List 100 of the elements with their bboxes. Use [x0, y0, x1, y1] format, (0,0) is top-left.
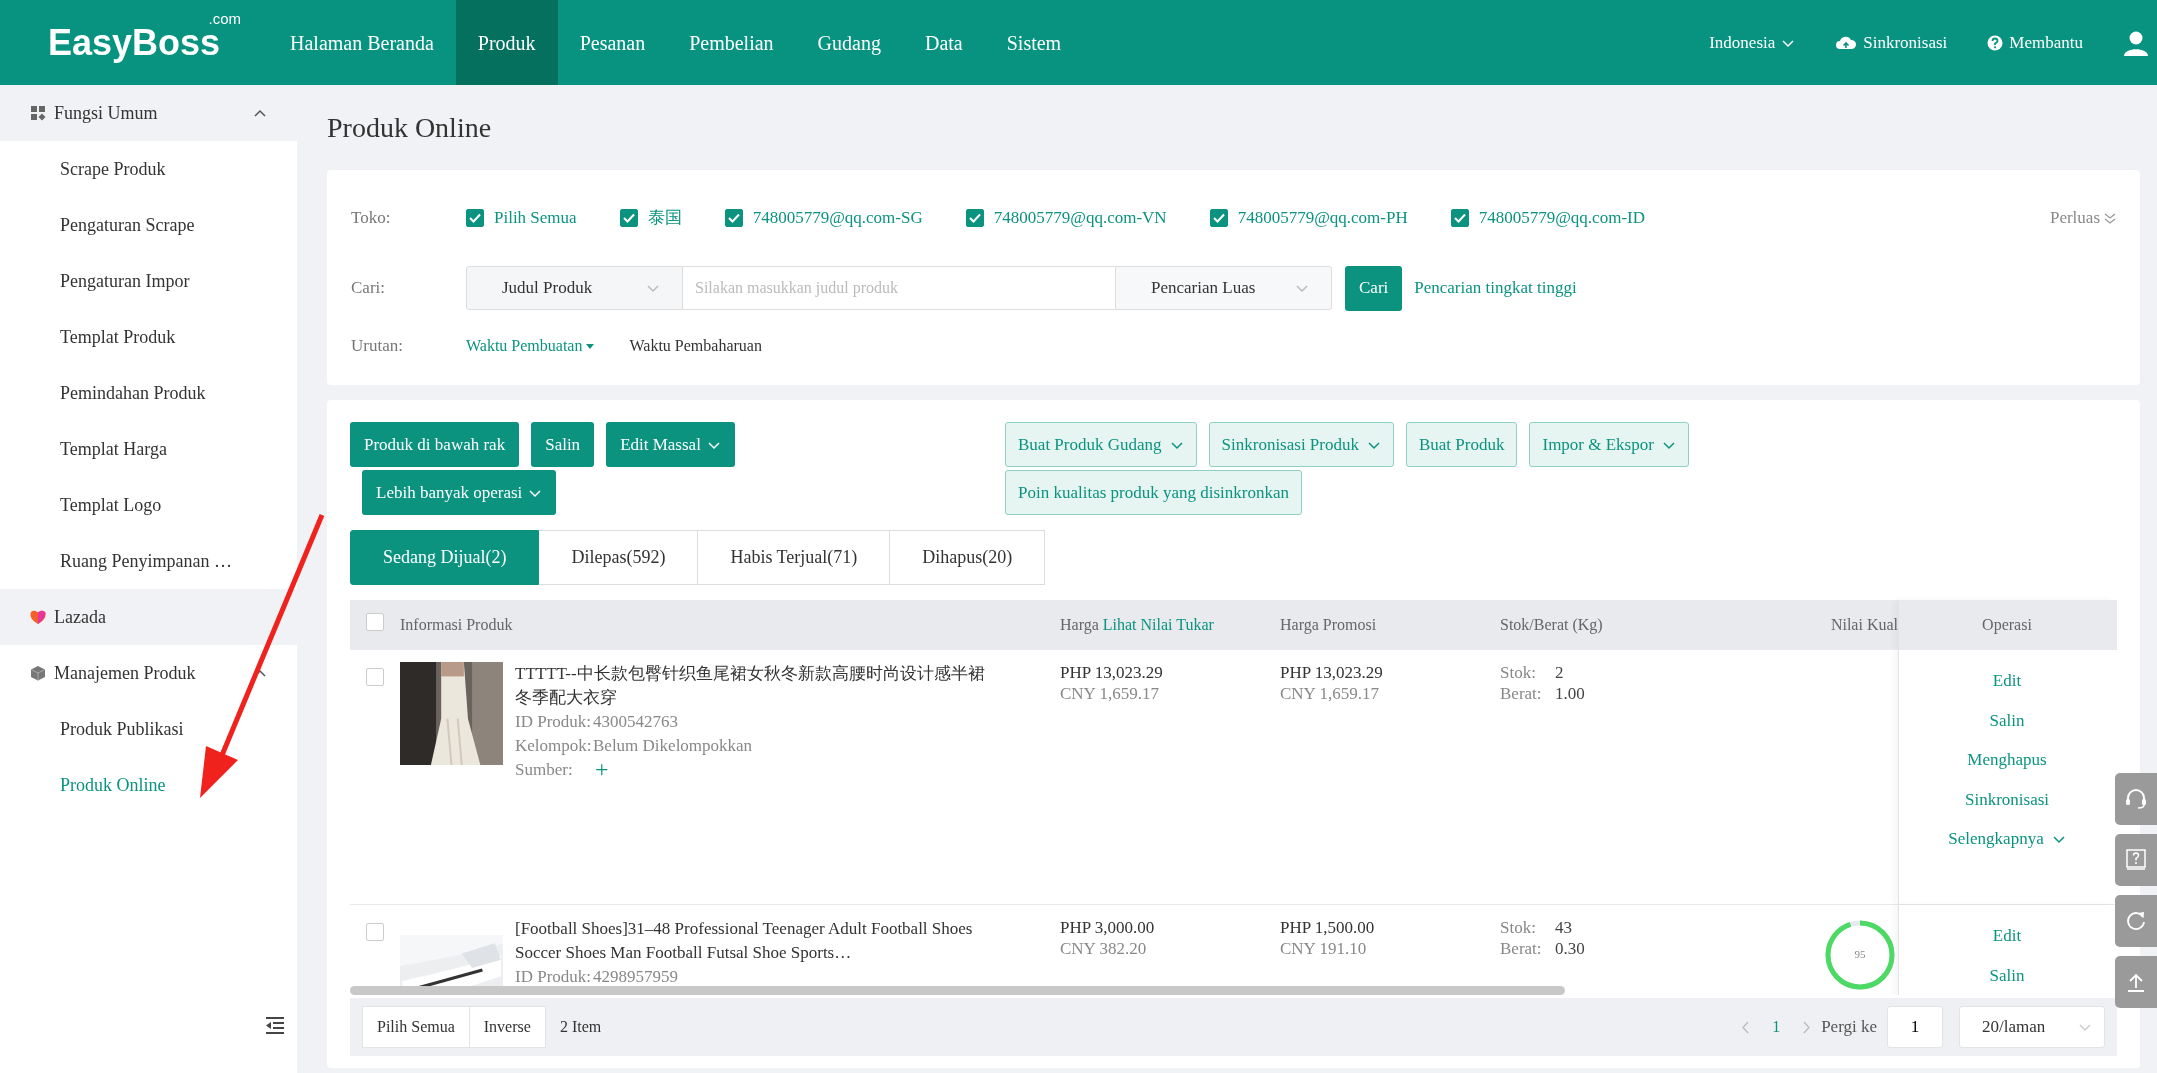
sidebar-item[interactable]: Templat Produk: [0, 309, 297, 365]
checkbox-label: 748005779@qq.com-ID: [1478, 207, 1645, 230]
sidebar-group[interactable]: Manajemen Produk: [0, 645, 297, 701]
operation-link[interactable]: Menghapus: [1967, 747, 2047, 773]
sort-option[interactable]: Waktu Pembaharuan: [629, 334, 762, 358]
checkbox[interactable]: [366, 923, 384, 941]
next-page-icon[interactable]: [1802, 1020, 1812, 1034]
field-label: Cari:: [351, 277, 386, 300]
sync-button[interactable]: Sinkronisasi: [1835, 29, 1948, 56]
column-header: Harga: [1060, 616, 1100, 633]
weight-value: 1.00: [1555, 683, 1585, 704]
operation-link[interactable]: Salin: [1989, 707, 2025, 733]
inverse-button[interactable]: Inverse: [469, 1006, 546, 1048]
product-title[interactable]: TTTTT--中长款包臀针织鱼尾裙女秋冬新款高腰时尚设计感半裙冬季配大衣穿: [515, 662, 995, 710]
tab[interactable]: Dihapus(20): [890, 530, 1046, 585]
column-header: Harga Promosi: [1280, 615, 1378, 636]
checkbox[interactable]: [366, 668, 384, 686]
page-size-select[interactable]: 20/laman: [1959, 1006, 2105, 1048]
operation-link[interactable]: Selengkapnya: [1948, 826, 2066, 852]
nav-item[interactable]: Gudang: [795, 0, 903, 85]
product-id: 4300542763: [593, 711, 678, 733]
checkbox-label: 748005779@qq.com-PH: [1237, 207, 1408, 230]
field-select[interactable]: Judul Produk: [466, 266, 683, 310]
sidebar-item[interactable]: Templat Harga: [0, 421, 297, 477]
tab[interactable]: Sedang Dijual(2): [350, 530, 540, 585]
column-header: Nilai Kual: [1829, 615, 1898, 635]
language-select[interactable]: Indonesia: [1709, 29, 1796, 56]
product-id: 4298957959: [593, 966, 678, 988]
column-header: Stok/Berat (Kg): [1500, 615, 1604, 636]
item-count: 2 Item: [559, 1017, 602, 1037]
user-icon[interactable]: [2123, 29, 2149, 56]
page-number[interactable]: 1: [1772, 1015, 1781, 1039]
search-button[interactable]: Cari: [1345, 265, 1403, 311]
action-button[interactable]: Poin kualitas produk yang disinkronkan: [1005, 470, 1303, 515]
page-input[interactable]: 1: [1887, 1006, 1943, 1048]
checkbox[interactable]: [965, 209, 984, 227]
field-label: Berat:: [1500, 683, 1543, 704]
nav-item[interactable]: Halaman Beranda: [268, 0, 456, 85]
sidebar-item[interactable]: Produk Publikasi: [0, 701, 297, 757]
checkbox[interactable]: [466, 209, 484, 227]
sidebar-item[interactable]: Pengaturan Scrape: [0, 197, 297, 253]
sidebar-group[interactable]: Lazada: [0, 589, 297, 645]
nav-item[interactable]: Data: [902, 0, 985, 85]
operation-link[interactable]: Edit: [1992, 923, 2022, 949]
floating-button[interactable]: [2115, 956, 2157, 1008]
help-button[interactable]: Membantu: [1987, 29, 2083, 56]
operation-link[interactable]: Salin: [1989, 962, 2025, 988]
collapse-icon[interactable]: [265, 1016, 285, 1035]
checkbox[interactable]: [619, 209, 638, 227]
sidebar-item[interactable]: Produk Online: [0, 757, 297, 813]
floating-button[interactable]: [2115, 773, 2157, 825]
checkbox-label: 748005779@qq.com-VN: [993, 207, 1167, 230]
sidebar-item[interactable]: Templat Logo: [0, 477, 297, 533]
floating-button[interactable]: [2115, 895, 2157, 947]
previous-page-icon[interactable]: [1741, 1020, 1751, 1034]
exchange-rate-link[interactable]: Lihat Nilai Tukar: [1102, 616, 1214, 633]
checkbox[interactable]: [1450, 209, 1469, 227]
sidebar-group[interactable]: Fungsi Umum: [0, 85, 297, 141]
chevron-icon: [2078, 1021, 2092, 1033]
add-source-button[interactable]: +: [595, 758, 609, 782]
floating-button[interactable]: [2115, 834, 2157, 886]
stock-value: 2: [1555, 662, 1564, 683]
chevron-icon: [646, 282, 660, 294]
checkbox[interactable]: [366, 612, 384, 631]
select-all-button[interactable]: Pilih Semua: [362, 1006, 470, 1048]
nav-item[interactable]: Pembelian: [667, 0, 796, 85]
sidebar-item[interactable]: Pengaturan Impor: [0, 253, 297, 309]
checkbox[interactable]: [1209, 209, 1228, 227]
product-group: Belum Dikelompokkan: [593, 734, 753, 758]
sort-option[interactable]: Waktu Pembuatan: [466, 334, 595, 358]
nav-item[interactable]: Pesanan: [557, 0, 668, 85]
sidebar-item[interactable]: Pemindahan Produk: [0, 365, 297, 421]
field-label: Berat:: [1500, 938, 1543, 959]
action-button[interactable]: Buat Produk: [1406, 422, 1518, 467]
expand-link[interactable]: Perluas: [2049, 205, 2116, 231]
price-text: CNY 382.20: [1060, 938, 1148, 959]
tab[interactable]: Dilepas(592): [539, 530, 699, 585]
sidebar-item[interactable]: Scrape Produk: [0, 141, 297, 197]
action-button[interactable]: Buat Produk Gudang: [1005, 422, 1197, 467]
operation-link[interactable]: Sinkronisasi: [1964, 786, 2050, 812]
mode-select[interactable]: Pencarian Luas: [1115, 266, 1332, 310]
advanced-search-link[interactable]: Pencarian tingkat tinggi: [1414, 275, 1577, 301]
checkbox[interactable]: [724, 209, 743, 227]
action-button[interactable]: Salin: [531, 422, 595, 467]
field-label: Sumber:: [515, 759, 574, 781]
sidebar-item[interactable]: Ruang Penyimpanan …: [0, 533, 297, 589]
action-button[interactable]: Sinkronisasi Produk: [1208, 422, 1394, 467]
tab[interactable]: Habis Terjual(71): [698, 530, 891, 585]
field-label: Stok:: [1500, 662, 1537, 683]
nav-item[interactable]: Produk: [455, 0, 558, 85]
search-field[interactable]: Silakan masukkan judul produk: [683, 266, 1115, 310]
product-title[interactable]: [Football Shoes]31–48 Professional Teenager Adult Football Shoes Soccer Shoes Man Football Futsal Shoe Sports…: [515, 917, 995, 965]
action-button[interactable]: Edit Massal: [606, 422, 735, 467]
action-button[interactable]: Lebih banyak operasi: [362, 470, 557, 515]
promo-price-text: PHP 13,023.29: [1280, 662, 1384, 683]
action-button[interactable]: Produk di bawah rak: [350, 422, 520, 467]
action-button[interactable]: Impor & Ekspor: [1529, 422, 1689, 467]
scrollbar[interactable]: [350, 986, 1565, 995]
nav-item[interactable]: Sistem: [984, 0, 1084, 85]
operation-link[interactable]: Edit: [1992, 668, 2022, 694]
